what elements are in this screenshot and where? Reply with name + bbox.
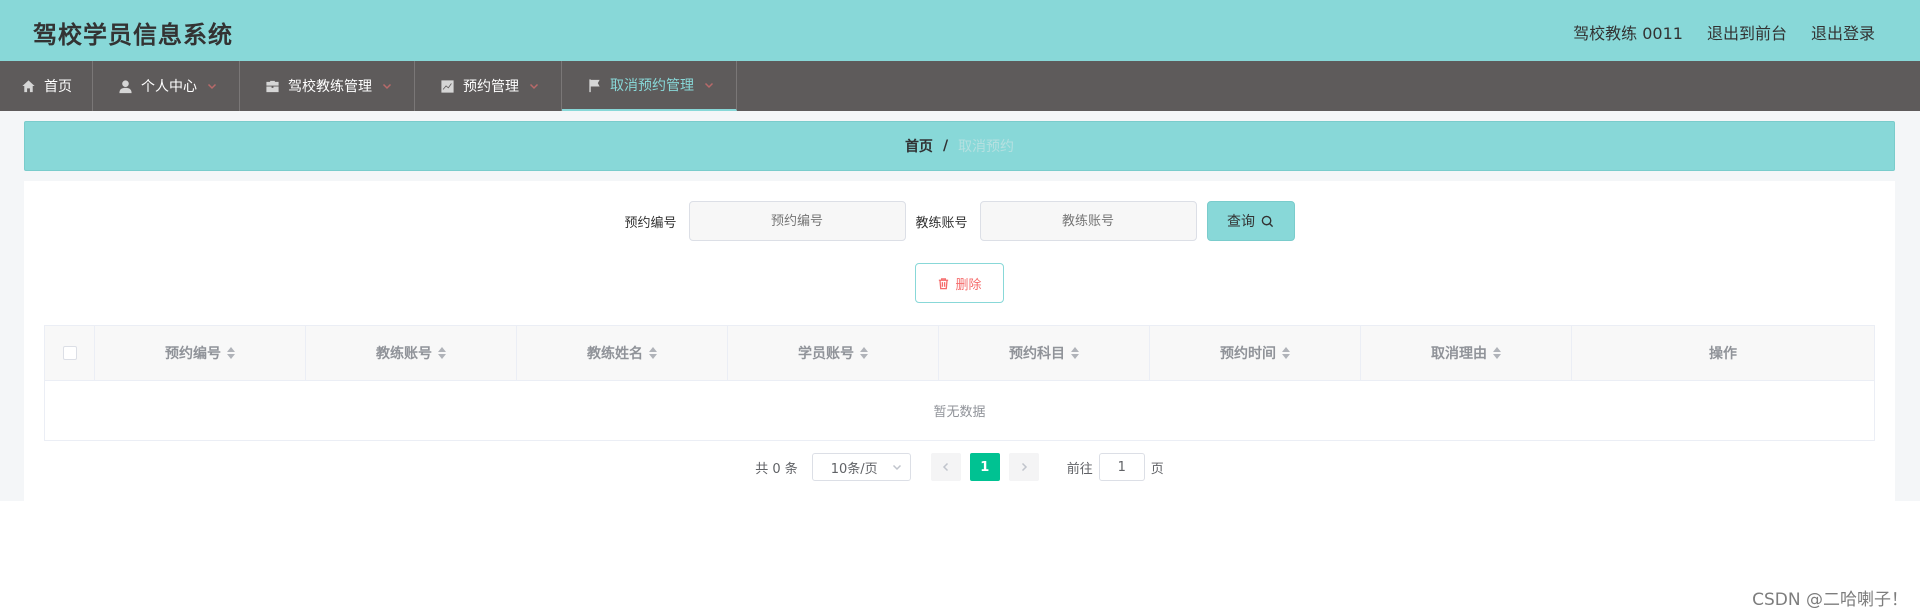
- user-icon: [117, 78, 133, 94]
- delete-button-label: 删除: [955, 277, 982, 293]
- column-header-actions: 操作: [1709, 346, 1737, 362]
- chevron-right-icon: [1019, 462, 1029, 472]
- exit-to-front-link[interactable]: 退出到前台: [1707, 20, 1787, 44]
- sort-icon[interactable]: [1282, 347, 1290, 359]
- query-button-label: 查询: [1227, 214, 1256, 230]
- goto-page-input[interactable]: [1098, 453, 1145, 481]
- sort-icon[interactable]: [860, 347, 868, 359]
- next-page-button[interactable]: [1008, 453, 1039, 481]
- data-table: 预约编号 教练账号 教练姓名 学员账号 预约科目 预约时间 取消理由 操作 暂无…: [44, 325, 1875, 441]
- action-bar: 删除: [24, 263, 1895, 303]
- nav-label-appointment-management: 预约管理: [463, 79, 519, 95]
- select-all-checkbox[interactable]: [62, 346, 77, 360]
- table-header-select: [45, 326, 95, 380]
- nav-label-personal-center: 个人中心: [141, 79, 197, 95]
- column-header-cancel-reason[interactable]: 取消理由: [1361, 326, 1572, 380]
- page-number-current[interactable]: 1: [969, 453, 1000, 481]
- current-user-label: 驾校教练 0011: [1573, 24, 1683, 43]
- empty-text: 暂无数据: [933, 405, 986, 420]
- search-icon: [1255, 215, 1274, 228]
- nav-label-coach-management: 驾校教练管理: [288, 79, 372, 95]
- table-header: 预约编号 教练账号 教练姓名 学员账号 预约科目 预约时间 取消理由 操作: [45, 326, 1874, 381]
- prev-page-button[interactable]: [930, 453, 961, 481]
- search-bar: 预约编号 教练账号 查询: [24, 201, 1895, 241]
- watermark-text: CSDN @二哈喇子！: [1752, 590, 1908, 610]
- column-header-subject[interactable]: 预约科目: [939, 326, 1150, 380]
- app-page: 驾校学员信息系统 驾校教练 0011 退出到前台 退出登录 首页 个人中心 驾校…: [0, 0, 1920, 616]
- breadcrumb-current: 取消预约: [958, 139, 1015, 155]
- sort-icon[interactable]: [1493, 347, 1501, 359]
- coach-account-input[interactable]: [979, 201, 1197, 241]
- page-suffix: 页: [1150, 461, 1164, 477]
- nav-label-home: 首页: [44, 79, 72, 95]
- nav-item-coach-management[interactable]: 驾校教练管理: [240, 61, 415, 111]
- goto-label: 前往: [1066, 461, 1093, 477]
- breadcrumb: 首页 / 取消预约: [24, 121, 1895, 171]
- sort-icon[interactable]: [438, 347, 446, 359]
- chevron-down-icon: [207, 81, 217, 91]
- top-header: 驾校学员信息系统 驾校教练 0011 退出到前台 退出登录: [0, 0, 1920, 61]
- app-title: 驾校学员信息系统: [33, 21, 233, 49]
- sort-icon[interactable]: [649, 347, 657, 359]
- chart-icon: [439, 78, 455, 94]
- pagination: 共 0 条 10条/页 1 前往 页: [24, 453, 1895, 481]
- chevron-down-icon: [529, 81, 539, 91]
- home-icon: [20, 78, 36, 94]
- delete-button[interactable]: 删除: [915, 263, 1004, 303]
- logout-link[interactable]: 退出登录: [1811, 20, 1875, 44]
- page-size-value: 10条/页: [830, 461, 878, 477]
- header-user-links: 驾校教练 0011 退出到前台 退出登录: [1573, 20, 1875, 44]
- chevron-down-icon: [892, 462, 902, 472]
- main-panel: 预约编号 教练账号 查询 删除: [24, 181, 1895, 501]
- sort-icon[interactable]: [1071, 347, 1079, 359]
- nav-item-personal-center[interactable]: 个人中心: [93, 61, 240, 111]
- nav-item-cancel-appointment-management[interactable]: 取消预约管理: [562, 61, 737, 111]
- column-header-appointment-no[interactable]: 预约编号: [95, 326, 306, 380]
- main-nav: 首页 个人中心 驾校教练管理 预约管理 取消预约管理: [0, 61, 1920, 111]
- query-button[interactable]: 查询: [1206, 201, 1295, 241]
- column-header-coach-account[interactable]: 教练账号: [306, 326, 517, 380]
- nav-label-cancel-appointment-management: 取消预约管理: [610, 78, 694, 94]
- flag-icon: [586, 77, 602, 93]
- nav-item-home[interactable]: 首页: [0, 61, 93, 111]
- column-header-appointment-time[interactable]: 预约时间: [1150, 326, 1361, 380]
- column-header-coach-name[interactable]: 教练姓名: [517, 326, 728, 380]
- chevron-down-icon: [382, 81, 392, 91]
- breadcrumb-separator: /: [942, 138, 949, 154]
- sort-icon[interactable]: [227, 347, 235, 359]
- table-empty-row: 暂无数据: [45, 381, 1874, 440]
- briefcase-icon: [264, 78, 280, 94]
- trash-icon: [937, 277, 955, 290]
- total-count: 共 0 条: [755, 461, 798, 477]
- column-header-student-account[interactable]: 学员账号: [728, 326, 939, 380]
- chevron-down-icon: [704, 80, 714, 90]
- chevron-left-icon: [941, 462, 951, 472]
- appointment-no-input[interactable]: [688, 201, 906, 241]
- appointment-no-label: 预约编号: [624, 215, 677, 231]
- coach-account-label: 教练账号: [915, 215, 968, 231]
- nav-item-appointment-management[interactable]: 预约管理: [415, 61, 562, 111]
- page-size-select[interactable]: 10条/页: [811, 453, 911, 481]
- breadcrumb-home[interactable]: 首页: [905, 136, 933, 156]
